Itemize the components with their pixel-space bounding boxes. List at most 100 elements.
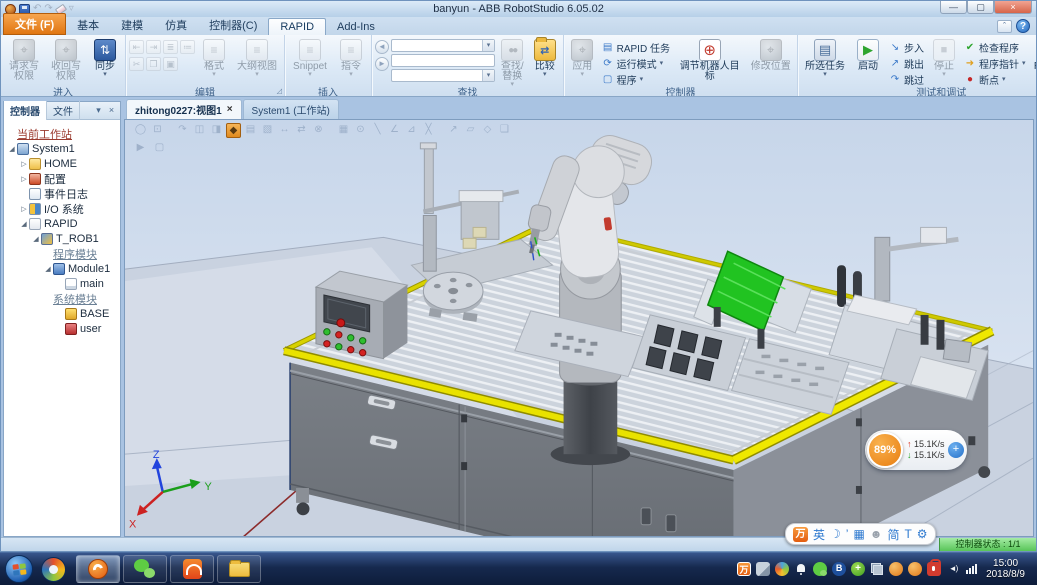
network-speed-widget[interactable]: 89% ↑ 15.1K/s ↓ 15.1K/s +	[865, 430, 967, 470]
sogou-browser-icon[interactable]	[41, 557, 66, 582]
wechat-taskbar-button[interactable]	[123, 555, 167, 583]
bell-tray-icon[interactable]	[794, 562, 808, 576]
format-button[interactable]: 格式 ▾	[197, 37, 231, 80]
tree-item[interactable]: ▷ 配置	[4, 171, 120, 186]
tree-item[interactable]: user	[4, 321, 120, 336]
tree-item[interactable]: ◢ RAPID	[4, 216, 120, 231]
close-tab-icon[interactable]: ×	[227, 104, 233, 115]
panel-tab-controller[interactable]: 控制器	[4, 101, 47, 120]
line-snap-icon[interactable]: ╲	[370, 123, 385, 138]
step-out-button[interactable]: ↗跳出	[887, 56, 926, 71]
bluetooth-tray-icon[interactable]: B	[832, 562, 846, 576]
find-previous-button[interactable]: ◄	[375, 40, 389, 54]
chevron-down-icon[interactable]: ▾	[482, 70, 494, 81]
download-tray-icon[interactable]	[908, 562, 922, 576]
replace-with-field[interactable]	[391, 54, 495, 67]
grid-snap-icon[interactable]: ▦	[336, 123, 351, 138]
tree-item[interactable]: 事件日志	[4, 186, 120, 201]
tab-modeling[interactable]: 建模	[110, 15, 154, 35]
minimize-button[interactable]: —	[940, 1, 967, 14]
copy-icon[interactable]: ❐	[146, 57, 161, 71]
emergency-stop-button[interactable]	[337, 319, 345, 327]
tree-item[interactable]: 当前工作站	[4, 126, 120, 141]
windows-stack-tray-icon[interactable]	[870, 562, 884, 576]
network-signal-tray-icon[interactable]	[965, 562, 979, 576]
start-button[interactable]: 启动	[851, 37, 885, 74]
panel-menu-button[interactable]: ▾	[93, 105, 104, 116]
tree-item[interactable]: ◢ Module1	[4, 261, 120, 276]
apply-button[interactable]: 应用 ▾	[567, 37, 598, 80]
accelerate-button[interactable]: +	[948, 442, 964, 458]
maximize-button[interactable]: ▢	[967, 1, 994, 14]
comment-icon[interactable]: ≔	[180, 40, 195, 54]
tree-expander-icon[interactable]: ▷	[19, 175, 29, 183]
tab-controller[interactable]: 控制器(C)	[198, 15, 268, 35]
memory-usage-badge[interactable]: 89%	[867, 432, 903, 468]
tab-file[interactable]: 文件 (F)	[3, 13, 66, 35]
angle-snap-icon[interactable]: ∠	[387, 123, 402, 138]
settings-gear-icon[interactable]: ⚙	[917, 527, 928, 541]
tree-expander-icon[interactable]: ◢	[43, 265, 53, 273]
tab-simulation[interactable]: 仿真	[154, 15, 198, 35]
tab-home[interactable]: 基本	[66, 15, 110, 35]
curve-select-icon[interactable]: ↷	[175, 123, 190, 138]
plane-icon[interactable]: ▱	[463, 123, 478, 138]
diamond-snap-icon[interactable]: ◇	[480, 123, 495, 138]
modify-position-button[interactable]: 修改位置	[747, 37, 794, 74]
update-tray-icon[interactable]	[889, 562, 903, 576]
program-pointer-button[interactable]: ➜程序指针▾	[962, 56, 1028, 71]
compare-button[interactable]: 比较 ▾	[530, 37, 561, 80]
corner-snap-icon[interactable]: ⊿	[404, 123, 419, 138]
clock[interactable]: 15:00 2018/8/9	[984, 558, 1031, 580]
door-handle[interactable]	[666, 515, 676, 532]
tab-rapid[interactable]: RAPID	[268, 18, 326, 35]
tree-expander-icon[interactable]: ◢	[7, 145, 17, 153]
tree-expander-icon[interactable]: ▷	[19, 205, 29, 213]
close-button[interactable]: ×	[994, 1, 1032, 14]
render-mode-icon[interactable]: ◯	[133, 123, 148, 138]
sogou-logo-icon[interactable]: 万	[793, 527, 808, 542]
snippet-button[interactable]: Snippet ▾	[288, 37, 332, 80]
cut-icon[interactable]: ✂	[129, 57, 144, 71]
chevron-down-icon[interactable]: ▾	[482, 40, 494, 51]
panel-close-button[interactable]: ×	[106, 105, 117, 116]
check-program-button[interactable]: ✔检查程序	[962, 40, 1028, 55]
robotstudio-taskbar-button[interactable]	[76, 555, 120, 583]
collapse-ribbon-button[interactable]: ˆ	[997, 20, 1012, 33]
step-in-button[interactable]: ↘步入	[887, 40, 926, 55]
find-what-combobox[interactable]: ▾	[391, 39, 495, 52]
tree-item[interactable]: ◢ System1	[4, 141, 120, 156]
door-handle[interactable]	[641, 508, 651, 525]
indent-right-icon[interactable]: ⇥	[146, 40, 161, 54]
tree-item[interactable]: BASE	[4, 306, 120, 321]
start-button[interactable]	[5, 555, 33, 583]
wechat-tray-icon[interactable]	[813, 562, 827, 576]
play-icon[interactable]: ▶	[133, 141, 148, 156]
tree-item[interactable]: main	[4, 276, 120, 291]
network-globe-tray-icon[interactable]	[775, 562, 789, 576]
foxit-pdf-taskbar-button[interactable]	[170, 555, 214, 583]
controller-status-badge[interactable]: 控制器状态 : 1/1	[939, 538, 1036, 551]
security-lock-tray-icon[interactable]	[927, 562, 941, 576]
retract-write-access-button[interactable]: 收回写权限	[46, 37, 86, 84]
tree-item[interactable]: 程序模块	[4, 246, 120, 261]
find-replace-button[interactable]: 查找/替换 ▾	[497, 37, 528, 90]
qat-customize-button[interactable]: ▿	[69, 4, 74, 14]
entity-select-icon[interactable]: ◨	[209, 123, 224, 138]
cross-snap-icon[interactable]: ╳	[421, 123, 436, 138]
photos-tray-icon[interactable]	[756, 562, 770, 576]
fullwidth-moon-icon[interactable]: ☽	[830, 527, 841, 541]
adjust-robtargets-button[interactable]: 调节机器人目标	[674, 37, 745, 84]
tab-addins[interactable]: Add-Ins	[326, 19, 386, 35]
tree-item[interactable]: ◢ T_ROB1	[4, 231, 120, 246]
simplified-chinese-icon[interactable]: 简	[887, 526, 899, 543]
move-tool-icon[interactable]: ◆	[226, 123, 241, 138]
synchronize-button[interactable]: 同步 ▾	[88, 37, 122, 80]
rapid-tasks-button[interactable]: ▤RAPID 任务	[600, 40, 672, 55]
volume-tray-icon[interactable]: ◄)	[946, 562, 960, 576]
axis-select-icon[interactable]: ▧	[260, 123, 275, 138]
edit-dialog-launcher-icon[interactable]: ◿	[277, 87, 282, 95]
request-write-access-button[interactable]: 请求写权限	[4, 37, 44, 84]
look-in-combobox[interactable]: ▾	[391, 69, 495, 82]
run-mode-button[interactable]: ⟳运行模式▾	[600, 56, 672, 71]
